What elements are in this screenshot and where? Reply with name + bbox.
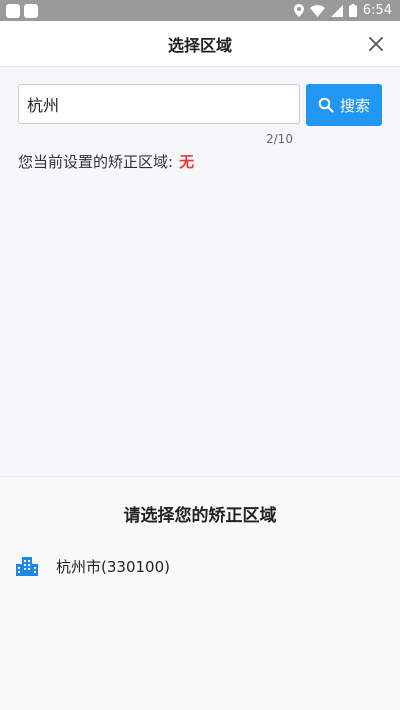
search-input[interactable] — [18, 84, 300, 124]
app-notification-icon — [24, 3, 38, 18]
search-button-label: 搜索 — [339, 96, 370, 115]
close-button[interactable] — [364, 32, 388, 56]
page-title: 选择区域 — [167, 35, 232, 55]
status-left — [6, 3, 38, 18]
status-right: 6:54 — [293, 3, 392, 18]
region-item-label: 杭州市(330100) — [56, 557, 170, 576]
search-button[interactable]: 搜索 — [306, 84, 382, 126]
current-region: 您当前设置的矫正区域: 无 — [18, 151, 194, 172]
close-icon — [369, 37, 383, 51]
battery-icon — [348, 4, 357, 17]
location-icon — [293, 4, 304, 17]
status-bar: 6:54 — [0, 0, 400, 21]
panel-title: 请选择您的矫正区域 — [123, 506, 277, 526]
building-icon — [16, 557, 38, 576]
dialog-header: 选择区域 — [0, 21, 400, 67]
app-notification-icon — [6, 3, 20, 18]
search-row: 搜索 — [18, 84, 382, 126]
current-region-value: 无 — [179, 153, 195, 171]
region-panel: 请选择您的矫正区域 杭州市(330100) — [0, 476, 400, 710]
list-item[interactable]: 杭州市(330100) — [16, 551, 170, 581]
wifi-icon — [309, 4, 325, 17]
search-icon — [318, 97, 334, 113]
status-time: 6:54 — [362, 3, 392, 18]
char-counter: 2/10 — [266, 132, 293, 146]
signal-icon — [330, 4, 343, 17]
current-region-label: 您当前设置的矫正区域: — [18, 153, 174, 171]
